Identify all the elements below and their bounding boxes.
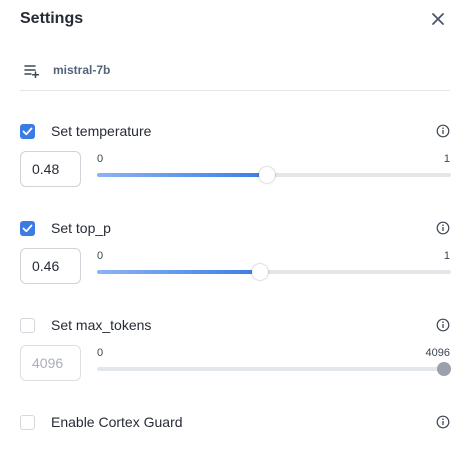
model-name: mistral-7b: [53, 63, 111, 77]
max-tokens-slider[interactable]: [97, 362, 451, 376]
info-icon[interactable]: [436, 221, 450, 235]
settings-header: Settings: [20, 8, 450, 30]
cortex-guard-checkbox[interactable]: [20, 415, 35, 430]
cortex-guard-label: Enable Cortex Guard: [51, 414, 183, 430]
temperature-input[interactable]: 0.48: [20, 151, 81, 187]
max-tokens-input[interactable]: 4096: [20, 345, 81, 381]
slider-fill: [97, 270, 260, 274]
model-selector[interactable]: mistral-7b: [20, 60, 450, 82]
slider-fill: [97, 173, 267, 177]
top-p-slider[interactable]: [97, 264, 451, 280]
slider-thumb[interactable]: [251, 264, 268, 280]
max-tokens-max-label: 4096: [425, 347, 450, 359]
temperature-label: Set temperature: [51, 123, 152, 139]
top-p-max-label: 1: [443, 250, 450, 262]
temperature-checkbox[interactable]: [20, 124, 35, 139]
max-tokens-checkbox[interactable]: [20, 318, 35, 333]
slider-thumb[interactable]: [437, 362, 451, 376]
max-tokens-min-label: 0: [97, 347, 104, 359]
info-icon[interactable]: [436, 318, 450, 332]
close-icon[interactable]: [430, 11, 446, 27]
info-icon[interactable]: [436, 415, 450, 429]
top-p-min-label: 0: [97, 250, 104, 262]
temperature-max-label: 1: [443, 153, 450, 165]
max-tokens-label: Set max_tokens: [51, 317, 152, 333]
info-icon[interactable]: [436, 124, 450, 138]
temperature-min-label: 0: [97, 153, 104, 165]
playlist-add-icon: [24, 64, 40, 79]
top-p-input[interactable]: 0.46: [20, 248, 81, 284]
top-p-checkbox[interactable]: [20, 221, 35, 236]
top-p-label: Set top_p: [51, 220, 111, 236]
page-title: Settings: [20, 10, 84, 27]
temperature-slider[interactable]: [97, 167, 451, 183]
divider: [20, 90, 450, 91]
slider-thumb[interactable]: [258, 167, 275, 183]
